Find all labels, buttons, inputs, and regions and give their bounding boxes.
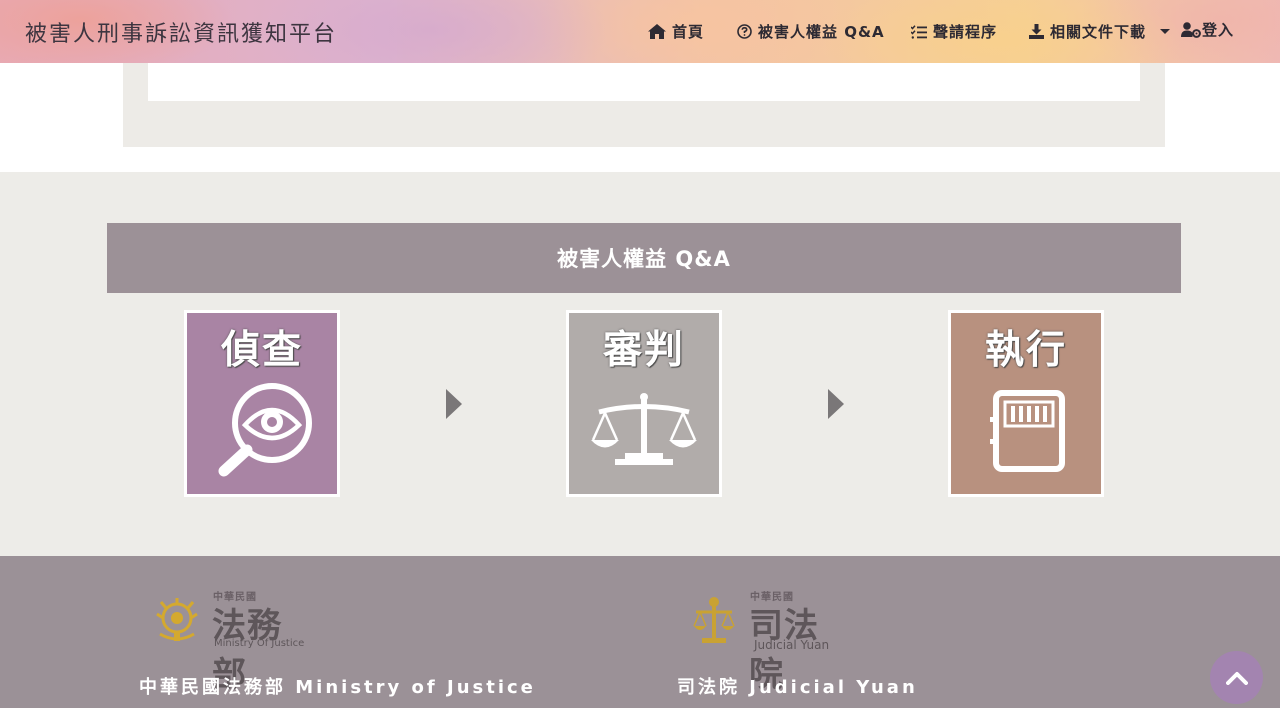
download-icon [1029,24,1044,39]
nav-home[interactable]: 首頁 [648,21,704,42]
moj-emblem-icon [156,598,198,641]
site-brand[interactable]: 被害人刑事訴訟資訊獲知平台 [25,16,337,48]
chevron-down-icon [1160,29,1171,34]
nav-apply-label: 聲請程序 [933,23,998,41]
nav-login[interactable]: 登入 [1181,19,1234,40]
nav-downloads-label: 相關文件下載 [1050,23,1147,41]
chevron-up-icon [1225,671,1248,685]
navbar: 被害人刑事訴訟資訊獲知平台 首頁 被害人權益 Q&A 聲請程序 相關文件下載 登… [0,0,1280,63]
nav-downloads-dropdown[interactable]: 相關文件下載 [1029,21,1171,42]
stage-label: 執行 [984,328,1067,373]
nav-qa-label: 被害人權益 Q&A [758,23,885,41]
back-to-top-button[interactable] [1210,651,1263,704]
jy-name[interactable]: 司法院 Judicial Yuan [677,673,918,699]
stage-label: 偵查 [220,328,303,373]
nav-apply[interactable]: 聲請程序 [911,21,997,42]
moj-logo-en: Ministry Of Justice [214,638,305,649]
stage-label: 審判 [602,328,685,373]
stage-card-trial[interactable]: 審判 [566,310,722,497]
section-title: 被害人權益 Q&A [107,223,1181,293]
nav-qa[interactable]: 被害人權益 Q&A [737,21,885,42]
arrow-right-icon [828,389,844,419]
nav-login-label: 登入 [1202,21,1235,39]
user-gear-icon [1181,21,1201,38]
jy-logo[interactable]: 中華民國 司法院 Judicial Yuan [692,588,852,695]
checklist-icon [911,24,927,39]
stage-card-execution[interactable]: 執行 [948,310,1104,497]
question-circle-icon [737,24,752,39]
jy-emblem-icon [693,597,735,643]
jy-logo-en: Judicial Yuan [754,638,830,652]
moj-name[interactable]: 中華民國法務部 Ministry of Justice [139,673,536,699]
moj-logo[interactable]: 中華民國 法務部 Ministry Of Justice [152,588,312,695]
stage-card-investigation[interactable]: 偵查 [184,310,340,497]
nav-home-label: 首頁 [672,23,705,41]
home-icon [648,24,666,39]
arrow-right-icon [446,389,462,419]
